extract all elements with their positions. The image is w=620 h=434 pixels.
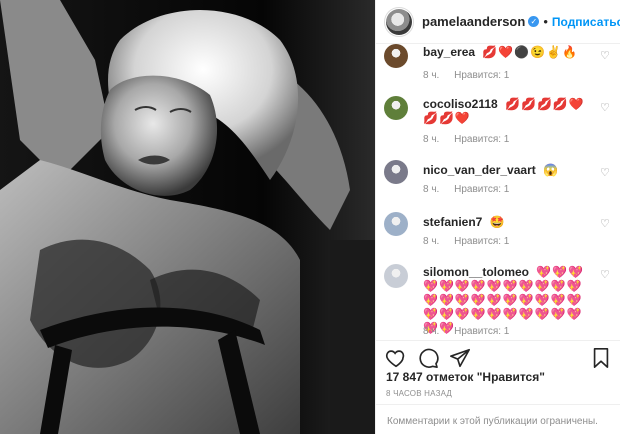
comment-text: 🤩 xyxy=(489,215,506,229)
comment-text: 😱 xyxy=(543,163,560,177)
comment-like-heart-icon[interactable]: ♡ xyxy=(600,218,612,230)
comment-text: 💋❤️⚫😉✌️🔥 xyxy=(482,45,579,59)
comment-like-heart-icon[interactable]: ♡ xyxy=(600,269,612,281)
commenter-avatar[interactable] xyxy=(384,96,408,120)
comment-like-heart-icon[interactable]: ♡ xyxy=(600,102,612,114)
comment-age[interactable]: 8 ч. xyxy=(423,326,439,337)
comment-like-heart-icon[interactable]: ♡ xyxy=(600,50,612,62)
comment-age[interactable]: 8 ч. xyxy=(423,184,439,195)
like-heart-icon[interactable] xyxy=(384,346,408,370)
comment-item: cocoliso2118 💋💋💋💋❤️💋💋❤️ 8 ч. Нравится: 1… xyxy=(384,96,612,145)
comment-likes[interactable]: Нравится: 1 xyxy=(454,236,509,247)
post-timestamp[interactable]: 8 ЧАСОВ НАЗАД xyxy=(386,389,452,398)
comment-likes[interactable]: Нравится: 1 xyxy=(454,184,509,195)
comment-item: stefanien7 🤩 8 ч. Нравится: 1 ♡ xyxy=(384,212,612,248)
commenter-username[interactable]: stefanien7 xyxy=(423,215,482,229)
commenter-avatar[interactable] xyxy=(384,264,408,288)
comment-like-heart-icon[interactable]: ♡ xyxy=(600,167,612,179)
follow-button[interactable]: Подписаться xyxy=(552,15,620,29)
commenter-avatar[interactable] xyxy=(384,44,408,68)
comment-item: nico_van_der_vaart 😱 8 ч. Нравится: 1 ♡ xyxy=(384,160,612,196)
comment-likes[interactable]: Нравится: 1 xyxy=(454,326,509,337)
comment-item: bay_erea 💋❤️⚫😉✌️🔥 8 ч. Нравится: 1 ♡ xyxy=(384,44,612,84)
post-header: pamelaanderson ✓ • Подписаться ••• xyxy=(376,0,620,44)
post-side-panel: pamelaanderson ✓ • Подписаться ••• bay_e… xyxy=(375,0,620,434)
commenter-avatar[interactable] xyxy=(384,160,408,184)
comment-item: silomon__tolomeo 💖💖💖💖💖💖💖💖💖💖💖💖💖💖💖💖💖💖💖💖💖💖💖… xyxy=(384,264,612,338)
commenter-username[interactable]: nico_van_der_vaart xyxy=(423,163,536,177)
photo-image xyxy=(0,0,375,434)
verified-badge-icon: ✓ xyxy=(528,16,540,27)
likes-count[interactable]: 17 847 отметок "Нравится" xyxy=(386,370,545,384)
post-photo[interactable] xyxy=(0,0,375,434)
paper-plane-icon[interactable] xyxy=(448,346,472,370)
author-avatar[interactable] xyxy=(384,6,414,37)
comment-bubble-icon[interactable] xyxy=(416,346,440,370)
comments-list[interactable]: bay_erea 💋❤️⚫😉✌️🔥 8 ч. Нравится: 1 ♡ coc… xyxy=(376,44,620,338)
comment-age[interactable]: 8 ч. xyxy=(423,134,439,145)
comments-restricted-notice: Комментарии к этой публикации ограничены… xyxy=(376,404,620,434)
author-username[interactable]: pamelaanderson xyxy=(422,14,525,29)
comment-age[interactable]: 8 ч. xyxy=(423,70,439,81)
separator-dot: • xyxy=(543,14,548,29)
commenter-avatar[interactable] xyxy=(384,212,408,236)
commenter-username[interactable]: cocoliso2118 xyxy=(423,97,498,111)
post-actions-bar xyxy=(376,340,620,370)
commenter-username[interactable]: silomon__tolomeo xyxy=(423,265,529,279)
bookmark-icon[interactable] xyxy=(589,346,613,370)
commenter-username[interactable]: bay_erea xyxy=(423,45,475,59)
comment-likes[interactable]: Нравится: 1 xyxy=(454,70,509,81)
comment-likes[interactable]: Нравится: 1 xyxy=(454,134,509,145)
comment-age[interactable]: 8 ч. xyxy=(423,236,439,247)
